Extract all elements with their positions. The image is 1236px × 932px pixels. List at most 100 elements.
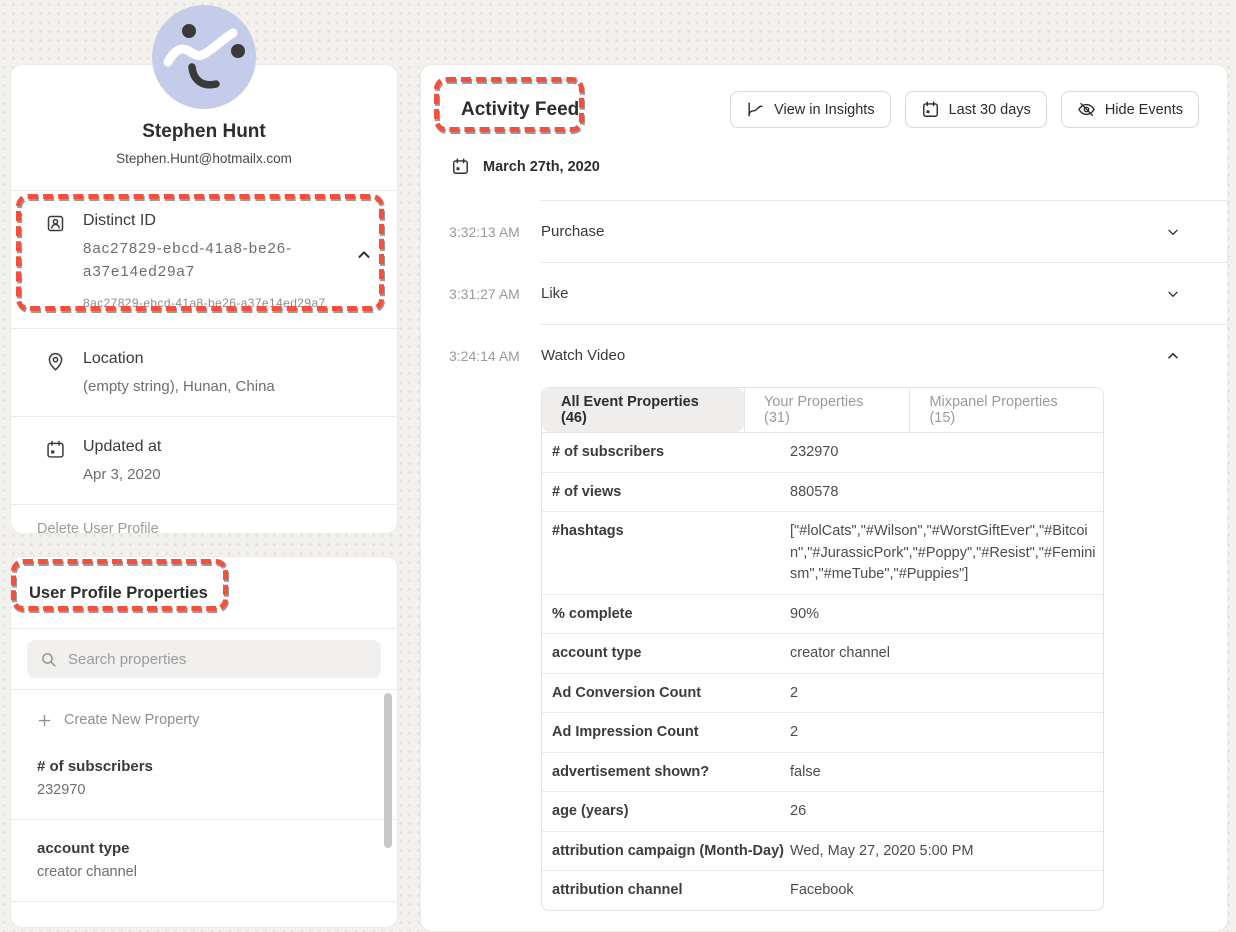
updated-at-label: Updated at bbox=[83, 438, 161, 456]
chevron-down-icon[interactable] bbox=[1165, 224, 1181, 240]
property-name: # of views bbox=[542, 482, 790, 504]
date-header-label: March 27th, 2020 bbox=[483, 159, 600, 175]
create-new-property-label: Create New Property bbox=[64, 712, 199, 728]
property-name: Ad Conversion Count bbox=[542, 683, 790, 705]
property-value: false bbox=[790, 762, 1103, 784]
table-row: Ad Conversion Count 2 bbox=[542, 674, 1103, 714]
properties-panel-title: User Profile Properties bbox=[29, 584, 208, 602]
property-list-item[interactable]: # of subscribers 232970 bbox=[11, 738, 397, 819]
tab-mixpanel-properties[interactable]: Mixpanel Properties (15) bbox=[909, 388, 1103, 432]
property-value: 90% bbox=[790, 604, 1103, 626]
date-range-button[interactable]: Last 30 days bbox=[905, 91, 1047, 128]
event-name: Like bbox=[541, 285, 1165, 302]
event-row[interactable]: 3:32:13 AM Purchase bbox=[421, 201, 1227, 262]
calendar-icon bbox=[921, 100, 940, 119]
view-in-insights-label: View in Insights bbox=[774, 102, 874, 118]
location-pin-icon bbox=[45, 351, 67, 373]
table-row: attribution channel Facebook bbox=[542, 871, 1103, 910]
property-name: account type bbox=[542, 643, 790, 665]
user-name: Stephen Hunt bbox=[21, 121, 387, 143]
hide-events-label: Hide Events bbox=[1105, 102, 1183, 118]
activity-feed-card: Activity Feed View in Insights Last 30 d… bbox=[420, 64, 1228, 932]
property-value: creator channel bbox=[37, 864, 397, 880]
scrollbar-thumb[interactable] bbox=[384, 693, 392, 848]
property-value: 2 bbox=[790, 683, 1103, 705]
avatar-smiley-icon bbox=[152, 5, 256, 109]
location-row: Location (empty string), Hunan, China bbox=[11, 329, 397, 416]
event-properties-panel: All Event Properties (46) Your Propertie… bbox=[541, 387, 1104, 911]
user-avatar bbox=[152, 5, 256, 109]
location-value: (empty string), Hunan, China bbox=[83, 375, 275, 398]
id-badge-icon bbox=[45, 213, 67, 235]
property-value: 26 bbox=[790, 801, 1103, 823]
activity-feed-title: Activity Feed bbox=[461, 99, 579, 121]
property-list-item[interactable]: account type creator channel bbox=[11, 820, 397, 901]
property-name: advertisement shown? bbox=[542, 762, 790, 784]
table-row: # of subscribers 232970 bbox=[542, 433, 1103, 473]
table-row: age (years) 26 bbox=[542, 792, 1103, 832]
property-value: 2 bbox=[790, 722, 1103, 744]
user-profile-card: Stephen Hunt Stephen.Hunt@hotmailx.com D… bbox=[10, 64, 398, 534]
property-value: 232970 bbox=[37, 782, 397, 798]
property-name: age (years) bbox=[542, 801, 790, 823]
table-row: % complete 90% bbox=[542, 595, 1103, 635]
property-name: attribution campaign (Month-Day) bbox=[542, 841, 790, 863]
location-label: Location bbox=[83, 350, 275, 368]
table-row: #hashtags ["#lolCats","#Wilson","#WorstG… bbox=[542, 512, 1103, 595]
search-properties-input[interactable] bbox=[68, 651, 368, 668]
table-row: advertisement shown? false bbox=[542, 753, 1103, 793]
table-row: # of views 880578 bbox=[542, 473, 1103, 513]
property-value: 880578 bbox=[790, 482, 1103, 504]
event-properties-table: # of subscribers 232970 # of views 88057… bbox=[542, 433, 1103, 910]
chevron-down-icon[interactable] bbox=[1165, 286, 1181, 302]
event-time: 3:31:27 AM bbox=[449, 286, 541, 302]
property-value: Wed, May 27, 2020 5:00 PM bbox=[790, 841, 1103, 863]
view-in-insights-button[interactable]: View in Insights bbox=[730, 91, 890, 128]
search-properties-box[interactable] bbox=[27, 640, 381, 678]
property-value: ["#lolCats","#Wilson","#WorstGiftEver","… bbox=[790, 521, 1103, 586]
event-row-expanded[interactable]: 3:24:14 AM Watch Video bbox=[421, 325, 1227, 386]
property-name: # of subscribers bbox=[542, 442, 790, 464]
delete-user-profile-link[interactable]: Delete User Profile bbox=[11, 505, 397, 553]
distinct-id-expanded-value: 8ac27829-ebcd-41a8-be26-a37e14ed29a7 bbox=[83, 296, 345, 310]
chevron-up-icon[interactable] bbox=[355, 246, 373, 264]
line-chart-icon bbox=[746, 100, 765, 119]
chevron-up-icon[interactable] bbox=[1165, 348, 1181, 364]
create-new-property-button[interactable]: Create New Property bbox=[11, 690, 397, 738]
event-time: 3:24:14 AM bbox=[449, 348, 541, 364]
updated-at-value: Apr 3, 2020 bbox=[83, 463, 161, 486]
property-name: #hashtags bbox=[542, 521, 790, 586]
distinct-id-label: Distinct ID bbox=[83, 212, 345, 230]
user-profile-properties-card: User Profile Properties Create New Prope… bbox=[10, 556, 398, 928]
property-name: # of subscribers bbox=[37, 758, 397, 775]
distinct-id-row[interactable]: Distinct ID 8ac27829-ebcd-41a8-be26-a37e… bbox=[11, 191, 397, 328]
event-time: 3:32:13 AM bbox=[449, 224, 541, 240]
calendar-icon bbox=[451, 157, 470, 176]
property-value: 232970 bbox=[790, 442, 1103, 464]
date-range-label: Last 30 days bbox=[949, 102, 1031, 118]
user-email: Stephen.Hunt@hotmailx.com bbox=[21, 151, 387, 166]
eye-off-icon bbox=[1077, 100, 1096, 119]
table-row: Ad Impression Count 2 bbox=[542, 713, 1103, 753]
event-row[interactable]: 3:31:27 AM Like bbox=[421, 263, 1227, 324]
calendar-icon bbox=[45, 439, 67, 461]
property-name: attribution channel bbox=[542, 880, 790, 902]
table-row: account type creator channel bbox=[542, 634, 1103, 674]
property-name: account type bbox=[37, 840, 397, 857]
plus-icon bbox=[37, 713, 52, 728]
updated-at-row: Updated at Apr 3, 2020 bbox=[11, 417, 397, 504]
date-header: March 27th, 2020 bbox=[421, 148, 1227, 176]
event-name: Purchase bbox=[541, 223, 1165, 240]
property-name: Ad Impression Count bbox=[542, 722, 790, 744]
tab-all-event-properties[interactable]: All Event Properties (46) bbox=[542, 388, 744, 432]
table-row: attribution campaign (Month-Day) Wed, Ma… bbox=[542, 832, 1103, 872]
divider bbox=[11, 901, 397, 902]
search-icon bbox=[40, 651, 57, 668]
event-name: Watch Video bbox=[541, 347, 1165, 364]
property-value: Facebook bbox=[790, 880, 1103, 902]
tab-your-properties[interactable]: Your Properties (31) bbox=[744, 388, 909, 432]
property-name: % complete bbox=[542, 604, 790, 626]
distinct-id-value: 8ac27829-ebcd-41a8-be26-a37e14ed29a7 bbox=[83, 237, 345, 283]
property-value: creator channel bbox=[790, 643, 1103, 665]
hide-events-button[interactable]: Hide Events bbox=[1061, 91, 1199, 128]
